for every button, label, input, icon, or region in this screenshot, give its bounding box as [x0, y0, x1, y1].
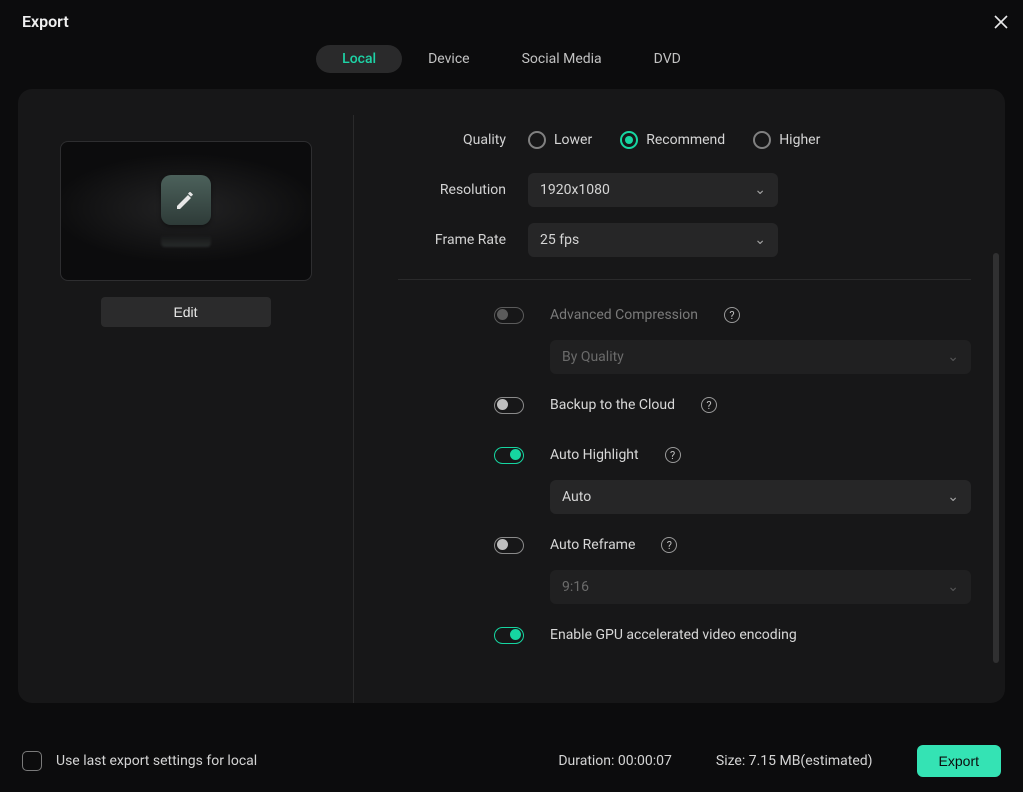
quality-higher-label: Higher: [779, 132, 820, 148]
chevron-down-icon: ⌄: [947, 579, 959, 595]
scrollbar[interactable]: [993, 253, 999, 663]
resolution-label: Resolution: [398, 182, 528, 198]
footer: Use last export settings for local Durat…: [0, 730, 1023, 792]
settings-panel: Edit Quality Lower Recommend Higher: [18, 89, 1005, 703]
backup-cloud-toggle[interactable]: [494, 397, 524, 414]
resolution-select[interactable]: 1920x1080 ⌄: [528, 173, 778, 207]
settings-column: Quality Lower Recommend Higher Resolutio…: [354, 115, 1005, 703]
help-icon[interactable]: ?: [724, 307, 740, 323]
use-last-settings-label: Use last export settings for local: [56, 753, 257, 769]
export-tabs: Local Device Social Media DVD: [0, 45, 1023, 73]
tab-local[interactable]: Local: [316, 45, 402, 73]
use-last-settings-checkbox[interactable]: [22, 751, 42, 771]
size-stat: Size: 7.15 MB(estimated): [716, 753, 873, 769]
auto-reframe-label: Auto Reframe: [550, 537, 635, 553]
auto-reframe-ratio-value: 9:16: [562, 579, 589, 595]
gpu-encoding-toggle[interactable]: [494, 627, 524, 644]
auto-highlight-mode-value: Auto: [562, 489, 591, 505]
auto-reframe-toggle[interactable]: [494, 537, 524, 554]
preview-reflection: [161, 235, 211, 247]
gpu-encoding-label: Enable GPU accelerated video encoding: [550, 627, 797, 643]
advanced-compression-mode-value: By Quality: [562, 349, 624, 365]
auto-reframe-ratio: 9:16 ⌄: [550, 570, 971, 604]
quality-lower-label: Lower: [554, 132, 592, 148]
chevron-down-icon: ⌄: [947, 349, 959, 365]
help-icon[interactable]: ?: [665, 447, 681, 463]
tab-dvd[interactable]: DVD: [628, 45, 707, 73]
duration-stat: Duration: 00:00:07: [558, 753, 672, 769]
advanced-compression-label: Advanced Compression: [550, 307, 698, 323]
chevron-down-icon: ⌄: [754, 182, 766, 198]
edit-button[interactable]: Edit: [101, 297, 271, 327]
backup-cloud-label: Backup to the Cloud: [550, 397, 675, 413]
quality-label: Quality: [398, 132, 528, 148]
framerate-select[interactable]: 25 fps ⌄: [528, 223, 778, 257]
video-preview: [60, 141, 312, 281]
quality-recommend[interactable]: Recommend: [620, 131, 725, 149]
advanced-compression-mode: By Quality ⌄: [550, 340, 971, 374]
chevron-down-icon: ⌄: [754, 232, 766, 248]
advanced-compression-toggle: [494, 307, 524, 324]
preview-column: Edit: [18, 115, 354, 703]
quality-recommend-label: Recommend: [646, 132, 725, 148]
tab-device[interactable]: Device: [402, 45, 495, 73]
divider: [398, 279, 971, 280]
auto-highlight-mode[interactable]: Auto ⌄: [550, 480, 971, 514]
tab-social-media[interactable]: Social Media: [496, 45, 628, 73]
window-title: Export: [22, 12, 69, 31]
quality-higher[interactable]: Higher: [753, 131, 820, 149]
framerate-value: 25 fps: [540, 232, 579, 248]
auto-highlight-label: Auto Highlight: [550, 447, 639, 463]
export-button[interactable]: Export: [917, 745, 1001, 777]
chevron-down-icon: ⌄: [947, 489, 959, 505]
close-icon[interactable]: [993, 14, 1009, 30]
pencil-icon: [161, 175, 211, 225]
quality-lower[interactable]: Lower: [528, 131, 592, 149]
help-icon[interactable]: ?: [661, 537, 677, 553]
framerate-label: Frame Rate: [398, 232, 528, 248]
auto-highlight-toggle[interactable]: [494, 447, 524, 464]
help-icon[interactable]: ?: [701, 397, 717, 413]
resolution-value: 1920x1080: [540, 182, 610, 198]
